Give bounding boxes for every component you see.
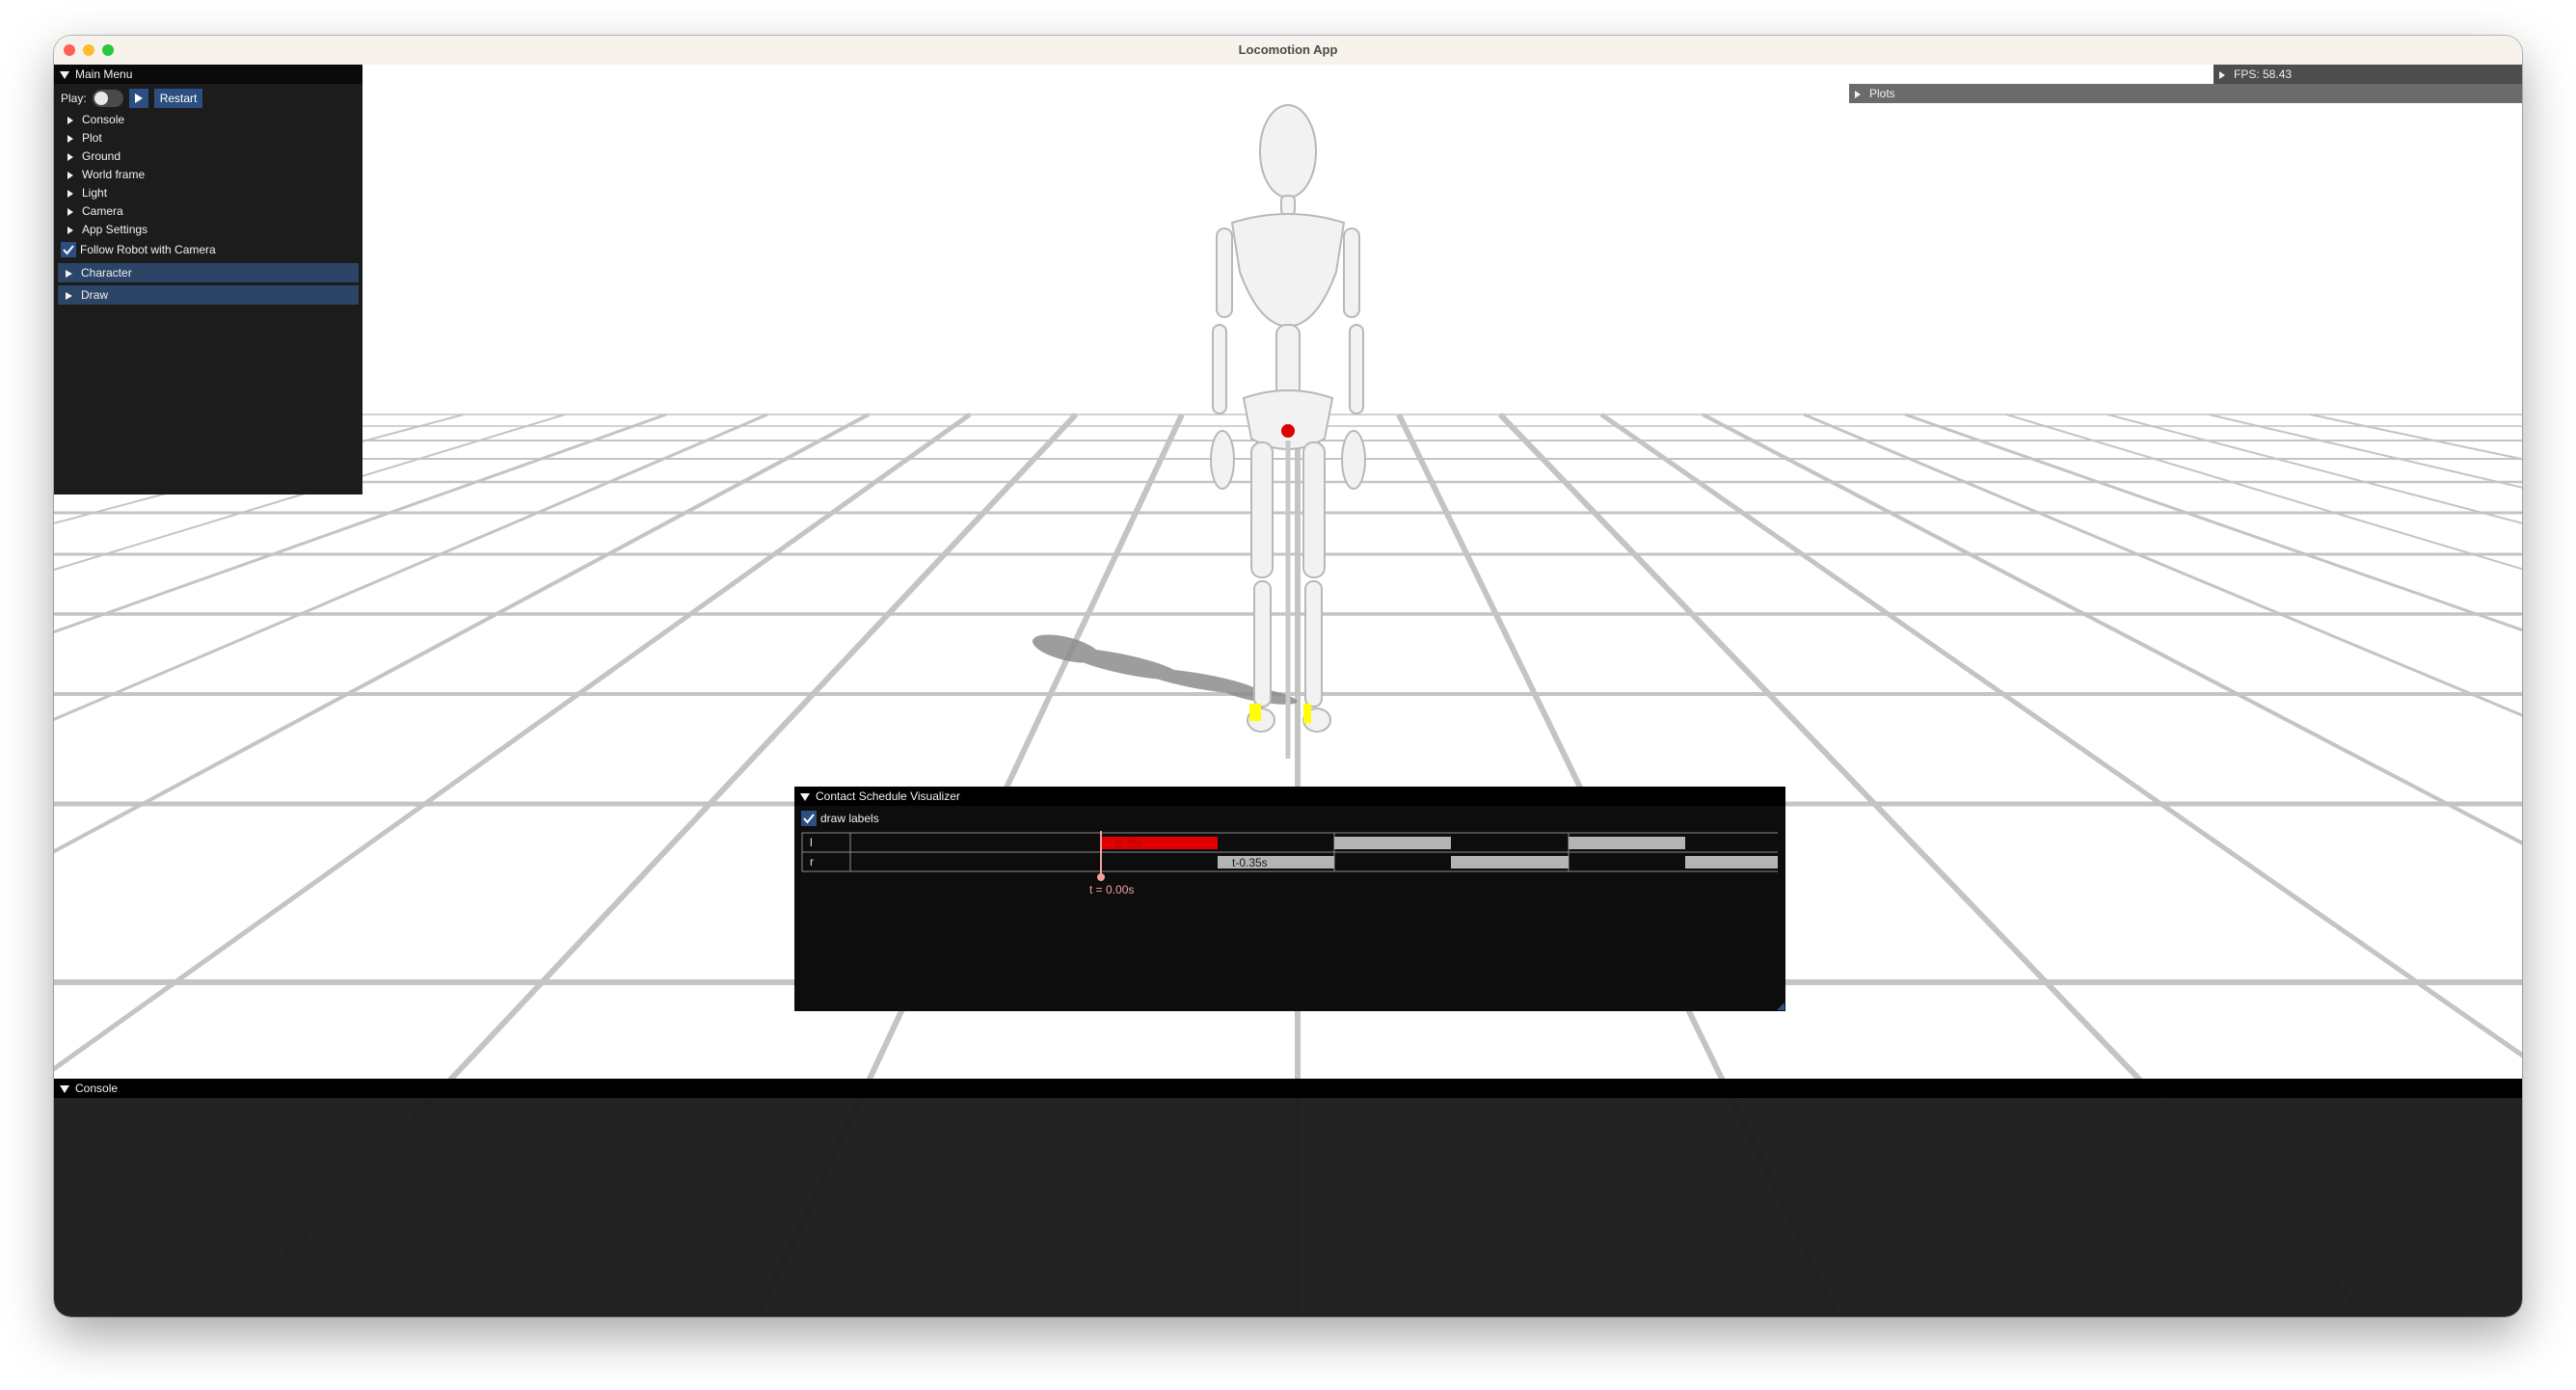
- draw-labels-label: draw labels: [820, 812, 879, 825]
- app-window: Locomotion App Main Menu Play: Restart C…: [54, 36, 2522, 1317]
- window-title: Locomotion App: [1238, 42, 1338, 57]
- play-icon: [134, 94, 143, 103]
- follow-camera-label: Follow Robot with Camera: [80, 243, 216, 256]
- collapse-arrow-icon[interactable]: [800, 792, 810, 801]
- contact-segment[interactable]: [1451, 856, 1569, 869]
- contact-schedule-timeline[interactable]: l r p: 0% t-0.35s t = 0.00s: [794, 831, 1785, 1024]
- segment-label: p: 0%: [1115, 839, 1142, 850]
- draw-labels-checkbox[interactable]: [801, 811, 817, 826]
- expand-arrow-icon: [66, 269, 72, 278]
- main-menu-title: Main Menu: [75, 67, 133, 81]
- draw-labels-checkbox-row[interactable]: draw labels: [794, 806, 1785, 831]
- fps-label: FPS: 58.43: [2234, 67, 2293, 81]
- follow-camera-checkbox[interactable]: [61, 242, 76, 257]
- segment-label: t-0.35s: [1232, 856, 1268, 869]
- expand-arrow-icon: [2219, 70, 2225, 79]
- title-bar: Locomotion App: [54, 36, 2522, 66]
- tree-item-label: Plot: [82, 131, 102, 145]
- right-foot-contact-marker: [1303, 704, 1311, 723]
- tree-item-light[interactable]: Light: [54, 184, 362, 202]
- tree-item-label: Console: [82, 113, 125, 126]
- tree-item-label: Camera: [82, 204, 123, 218]
- follow-camera-checkbox-row[interactable]: Follow Robot with Camera: [54, 239, 362, 260]
- contact-schedule-title: Contact Schedule Visualizer: [816, 789, 960, 803]
- contact-segment[interactable]: [1569, 837, 1685, 849]
- restart-button[interactable]: Restart: [153, 89, 203, 108]
- play-toggle[interactable]: [92, 90, 123, 107]
- time-cursor-bottom-handle[interactable]: [1097, 873, 1105, 881]
- main-menu-panel: Main Menu Play: Restart Console Plot Gro…: [54, 65, 362, 495]
- header-label: Draw: [81, 288, 109, 302]
- time-label: t = 0.00s: [1089, 883, 1134, 896]
- contact-schedule-panel: Contact Schedule Visualizer draw labels: [794, 787, 1785, 1011]
- tree-item-app-settings[interactable]: App Settings: [54, 221, 362, 239]
- tree-item-label: World frame: [82, 168, 146, 181]
- resize-grip-icon[interactable]: [1777, 1002, 1784, 1010]
- com-marker: [1281, 424, 1295, 438]
- expand-arrow-icon: [1855, 90, 1861, 98]
- checkmark-icon: [63, 245, 74, 255]
- step-play-button[interactable]: [128, 89, 148, 108]
- header-draw[interactable]: Draw: [58, 285, 359, 305]
- toggle-knob: [94, 92, 108, 105]
- expand-arrow-icon: [67, 134, 73, 143]
- play-label: Play:: [61, 92, 87, 105]
- expand-arrow-icon: [67, 207, 73, 216]
- expand-arrow-icon: [67, 152, 73, 161]
- row-label-r: r: [810, 855, 814, 869]
- tree-item-label: App Settings: [82, 223, 148, 236]
- plots-label: Plots: [1869, 87, 1895, 100]
- console-panel: Console: [54, 1079, 2522, 1317]
- tree-item-plot[interactable]: Plot: [54, 129, 362, 147]
- expand-arrow-icon: [67, 189, 73, 198]
- tree-item-label: Light: [82, 186, 108, 200]
- contact-segment[interactable]: [1334, 837, 1451, 849]
- fps-panel[interactable]: FPS: 58.43: [2214, 65, 2522, 84]
- console-header[interactable]: Console: [54, 1079, 2522, 1098]
- expand-arrow-icon: [67, 171, 73, 179]
- expand-arrow-icon: [66, 291, 72, 300]
- header-label: Character: [81, 266, 132, 280]
- collapse-arrow-icon[interactable]: [60, 1084, 69, 1093]
- left-foot-contact-marker: [1249, 704, 1261, 721]
- contact-segment[interactable]: [1685, 856, 1778, 869]
- collapse-arrow-icon[interactable]: [60, 70, 69, 79]
- expand-arrow-icon: [67, 226, 73, 234]
- tree-item-label: Ground: [82, 149, 121, 163]
- tree-item-camera[interactable]: Camera: [54, 202, 362, 221]
- tree-item-ground[interactable]: Ground: [54, 147, 362, 166]
- checkmark-icon: [803, 814, 815, 824]
- tree-item-console[interactable]: Console: [54, 111, 362, 129]
- plots-panel[interactable]: Plots: [1849, 84, 2522, 103]
- console-title: Console: [75, 1082, 119, 1095]
- expand-arrow-icon: [67, 116, 73, 124]
- row-label-l: l: [810, 836, 813, 849]
- 3d-viewport[interactable]: Main Menu Play: Restart Console Plot Gro…: [54, 65, 2522, 1317]
- tree-item-world-frame[interactable]: World frame: [54, 166, 362, 184]
- main-menu-header[interactable]: Main Menu: [54, 65, 362, 84]
- header-character[interactable]: Character: [58, 263, 359, 282]
- contact-schedule-header[interactable]: Contact Schedule Visualizer: [794, 787, 1785, 806]
